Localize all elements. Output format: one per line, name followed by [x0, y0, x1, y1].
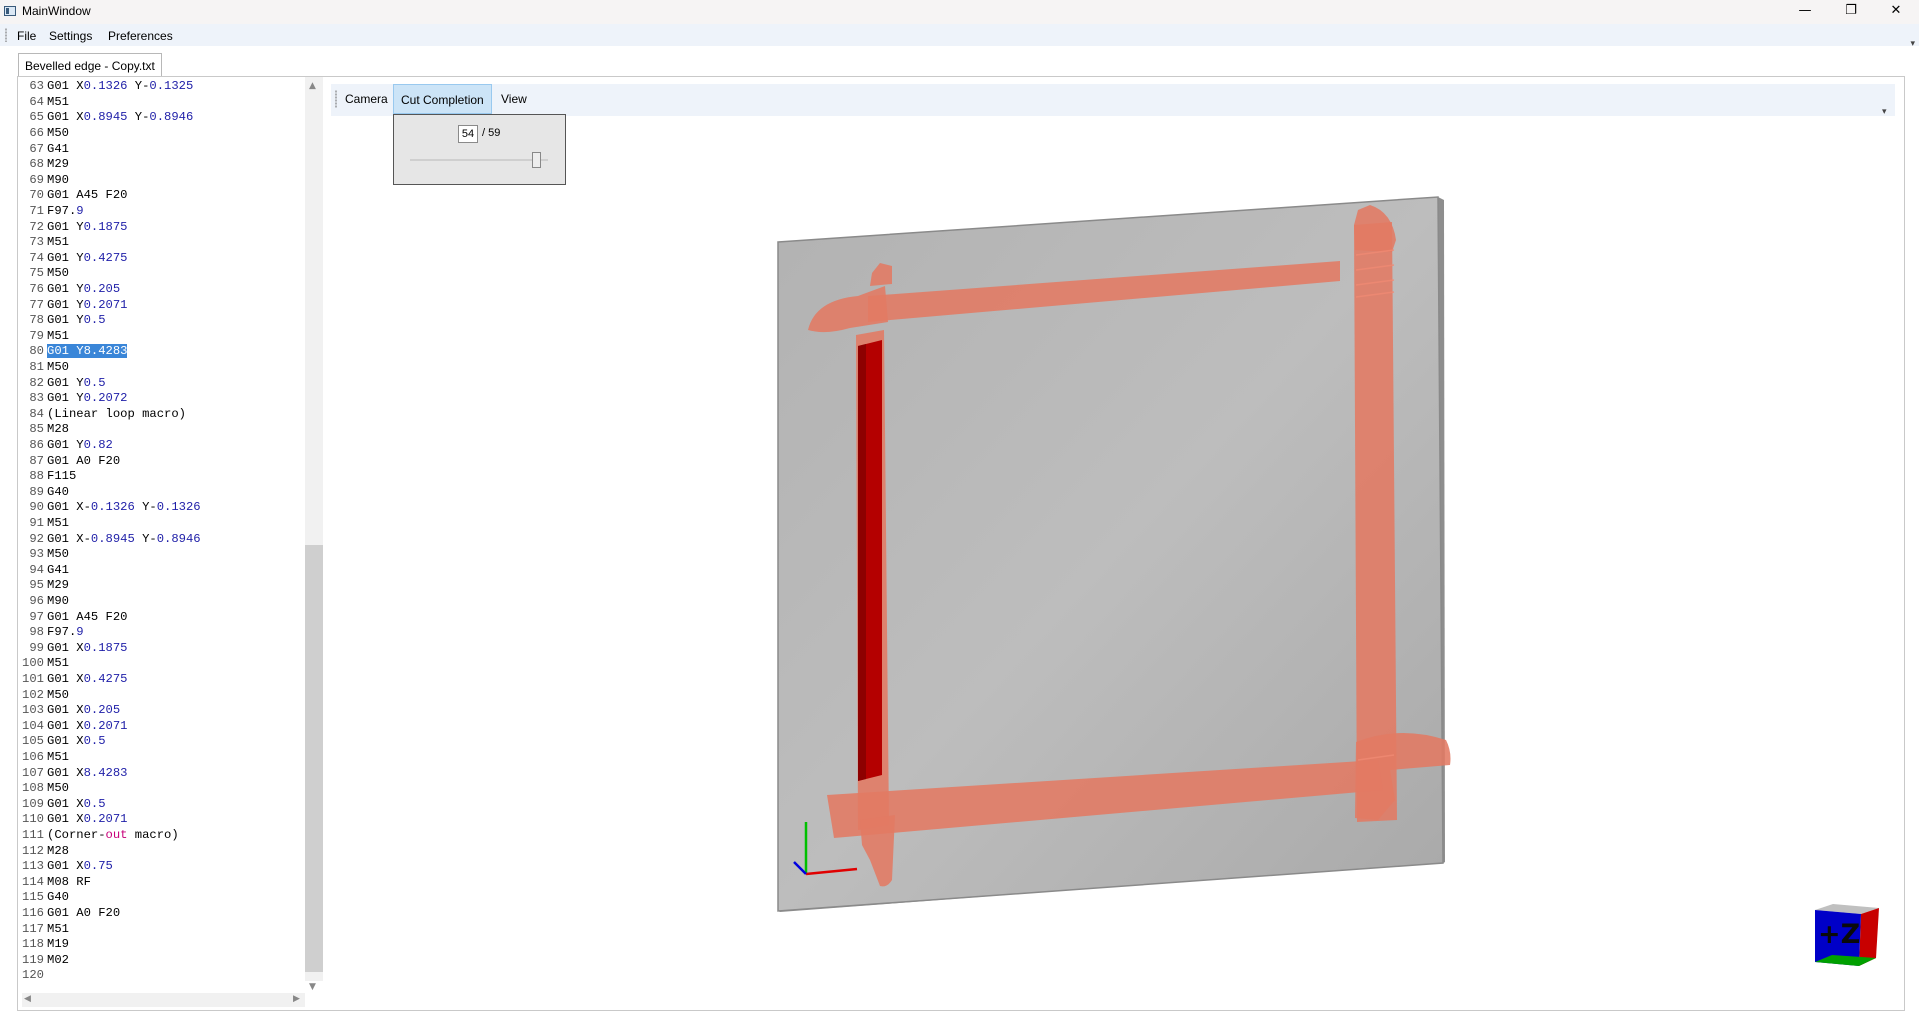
- cut-completion-popup: 54 / 59: [393, 114, 566, 185]
- cut-completion-slider-thumb[interactable]: [531, 152, 541, 168]
- view-cube-label: +Z: [1818, 919, 1860, 950]
- cut-step-input[interactable]: 54: [458, 125, 478, 143]
- cut-step-total: / 59: [482, 127, 501, 139]
- cut-path-right: [1354, 222, 1397, 822]
- cut-completion-slider-track[interactable]: [410, 159, 548, 161]
- 3d-viewport[interactable]: +Z: [0, 0, 1919, 1027]
- view-cube[interactable]: +Z: [1815, 904, 1879, 966]
- active-cut-shade: [858, 344, 866, 781]
